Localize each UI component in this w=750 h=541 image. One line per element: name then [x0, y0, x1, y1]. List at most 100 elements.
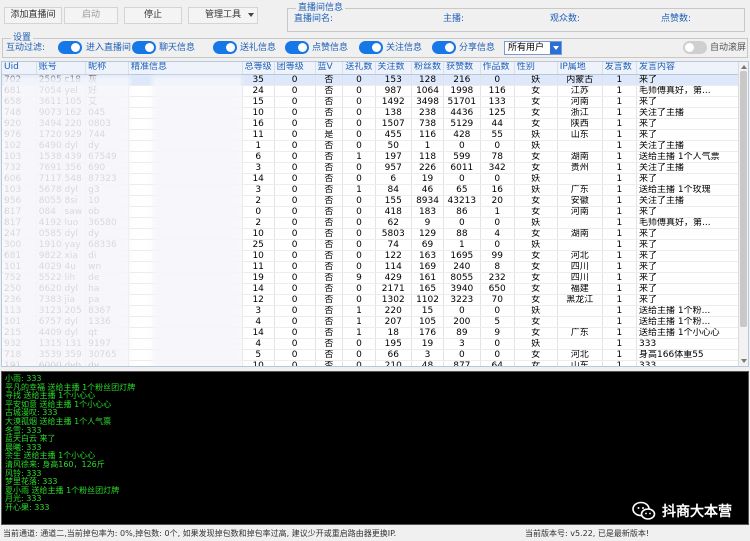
like-info-toggle[interactable]: [285, 41, 309, 54]
table-cell: 1: [602, 272, 638, 284]
table-cell: 14: [242, 327, 275, 339]
table-cell: 1: [602, 360, 638, 366]
table-cell: 428: [443, 129, 481, 141]
table-cell: 0: [274, 85, 316, 97]
table-cell: 否: [315, 272, 344, 284]
user-table[interactable]: Uid 账号 昵称 精准信息 总等级 团等级 蓝V 送礼数 关注数 粉丝数 获赞…: [1, 61, 749, 367]
auto-scroll-toggle[interactable]: [683, 41, 707, 54]
table-cell: 妖: [514, 338, 558, 350]
table-cell: 女: [514, 85, 558, 97]
gift-info-toggle[interactable]: [213, 41, 237, 54]
manage-tools-button[interactable]: 管理工具: [188, 7, 258, 24]
col-blue-v[interactable]: 蓝V: [315, 62, 344, 75]
table-cell: 0: [342, 162, 376, 174]
table-cell: 黑龙江: [557, 294, 603, 306]
share-info-toggle[interactable]: [432, 41, 456, 54]
table-cell: 16: [242, 118, 275, 130]
table-cell: 3: [443, 338, 481, 350]
table-cell: 女: [514, 162, 558, 174]
table-scrollbar[interactable]: [738, 62, 748, 366]
table-cell: 0: [342, 250, 376, 262]
table-cell: 1: [602, 283, 638, 295]
follow-info-toggle[interactable]: [359, 41, 383, 54]
table-cell: 8934: [411, 195, 445, 207]
scroll-up-icon[interactable]: [741, 65, 747, 69]
table-cell: 89: [443, 327, 481, 339]
auto-scroll-label: 自动滚屏: [710, 43, 747, 53]
table-cell: 来了: [636, 261, 739, 273]
table-cell: 128: [411, 74, 445, 86]
col-precise-info[interactable]: 精准信息: [128, 62, 243, 75]
scroll-down-icon[interactable]: [741, 359, 747, 363]
user-filter-select[interactable]: 所有用户: [504, 41, 562, 55]
table-cell: 0: [443, 349, 481, 361]
watermark: 抖商大本营: [632, 499, 732, 523]
table-cell: 0: [342, 206, 376, 218]
col-speech-count[interactable]: 发言数: [602, 62, 638, 75]
table-cell: 116: [411, 129, 445, 141]
table-cell: 否: [315, 305, 344, 317]
table-cell: [557, 140, 603, 152]
table-cell: 6011: [443, 162, 481, 174]
table-cell: [557, 217, 603, 229]
table-cell: 0: [342, 85, 376, 97]
table-cell: 河南: [557, 96, 603, 108]
col-fans-count[interactable]: 粉丝数: [411, 62, 445, 75]
start-button[interactable]: 启动: [64, 7, 118, 24]
col-gender[interactable]: 性别: [514, 62, 558, 75]
table-cell: 10: [242, 360, 275, 366]
table-cell: 否: [315, 118, 344, 130]
table-cell: 来了: [636, 74, 739, 86]
chat-info-toggle[interactable]: [132, 41, 156, 54]
table-cell: 3223: [443, 294, 481, 306]
table-cell: 否: [315, 140, 344, 152]
table-cell: 165: [411, 283, 445, 295]
table-cell: 455: [375, 129, 412, 141]
col-speech-content[interactable]: 发言内容: [636, 62, 739, 75]
table-cell: 1: [411, 140, 445, 152]
table-cell: 0: [274, 129, 316, 141]
col-total-level[interactable]: 总等级: [242, 62, 275, 75]
table-cell: 否: [315, 316, 344, 328]
col-ip-location[interactable]: IP属地: [557, 62, 603, 75]
table-cell: 0: [274, 349, 316, 361]
table-cell: 0: [274, 217, 316, 229]
table-cell: 55: [480, 129, 515, 141]
col-likes-count[interactable]: 获赞数: [443, 62, 481, 75]
table-cell: [557, 338, 603, 350]
col-gift-count[interactable]: 送礼数: [342, 62, 376, 75]
add-room-button[interactable]: 添加直播间: [4, 7, 62, 24]
table-cell: 山东: [557, 129, 603, 141]
table-cell: 129: [411, 228, 445, 240]
wechat-icon: [632, 501, 656, 520]
col-fan-level[interactable]: 团等级: [274, 62, 316, 75]
table-cell: 0: [274, 74, 316, 86]
table-cell: 0: [274, 360, 316, 366]
table-cell: 来了: [636, 206, 739, 218]
table-cell: 15: [411, 305, 445, 317]
room-info-group: 直播间信息 直播间名: 主播: 观众数: 点赞数:: [287, 3, 745, 32]
table-cell: 238: [411, 107, 445, 119]
share-info-label: 分享信息: [459, 43, 496, 53]
stop-button[interactable]: 停止: [124, 7, 182, 24]
table-cell: 240: [443, 261, 481, 273]
table-cell: 女: [514, 327, 558, 339]
col-nickname[interactable]: 昵称: [85, 62, 129, 75]
table-cell: 1: [602, 261, 638, 273]
table-cell: 否: [315, 349, 344, 361]
table-cell: 女: [514, 261, 558, 273]
scroll-thumb[interactable]: [740, 71, 747, 327]
status-right: 当前版本号: v5.22, 已是最新版本!: [525, 529, 650, 538]
table-cell: 155: [375, 195, 412, 207]
col-follow-count[interactable]: 关注数: [375, 62, 412, 75]
col-account[interactable]: 账号: [36, 62, 87, 75]
table-cell: 62: [375, 217, 412, 229]
table-cell: 安徽: [557, 195, 603, 207]
table-cell: 1: [602, 250, 638, 262]
table-cell: 2: [242, 195, 275, 207]
col-uid[interactable]: Uid: [2, 62, 37, 75]
chevron-down-icon: [248, 13, 254, 17]
enter-room-toggle[interactable]: [58, 41, 82, 54]
col-works-count[interactable]: 作品数: [480, 62, 515, 75]
table-cell: 19: [411, 173, 445, 185]
